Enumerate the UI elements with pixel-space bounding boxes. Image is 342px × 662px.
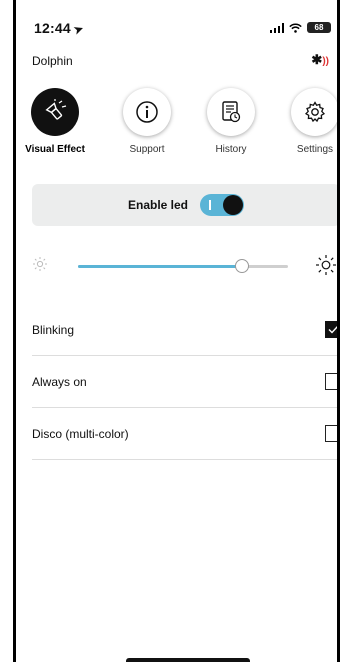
- brightness-slider-thumb[interactable]: [234, 259, 249, 273]
- signal-icon: [269, 22, 284, 33]
- blinking-checkbox[interactable]: [325, 321, 337, 338]
- tab-support[interactable]: Support: [104, 88, 190, 155]
- status-time: 12:44➤: [34, 20, 86, 38]
- tab-label: Support: [129, 144, 165, 155]
- tab-label: Settings: [296, 144, 334, 155]
- enable-led-label: Enable led: [127, 198, 189, 212]
- brightness-slider-row: [30, 252, 337, 278]
- history-icon: [222, 101, 241, 123]
- tab-settings[interactable]: Settings: [272, 88, 337, 155]
- enable-led-card: Enable led: [32, 184, 337, 226]
- tab-history-circle[interactable]: [207, 88, 255, 136]
- home-indicator[interactable]: [126, 658, 250, 662]
- info-icon: [136, 101, 158, 123]
- status-indicators: 68: [269, 22, 331, 33]
- effect-options-list: Blinking Always on Disco (multi-color): [32, 304, 337, 460]
- battery-level: 68: [314, 23, 324, 32]
- device-header: Dolphin ✱)): [16, 48, 337, 72]
- enable-led-toggle[interactable]: [200, 194, 245, 216]
- location-arrow-icon: ➤: [72, 22, 86, 38]
- brightness-high-icon: [316, 255, 336, 275]
- brightness-track-fill: [78, 265, 242, 268]
- gear-icon: [304, 101, 326, 123]
- brightness-low-icon: [33, 257, 47, 271]
- bluetooth-icon[interactable]: ✱)): [311, 52, 329, 68]
- option-disco[interactable]: Disco (multi-color): [32, 408, 337, 460]
- brightness-track[interactable]: [78, 259, 288, 273]
- tab-visual-effect[interactable]: Visual Effect: [16, 88, 98, 155]
- tab-settings-circle[interactable]: [291, 88, 337, 136]
- option-blinking[interactable]: Blinking: [32, 304, 337, 356]
- toggle-knob: [223, 195, 244, 215]
- option-label: Always on: [32, 374, 87, 389]
- option-label: Disco (multi-color): [32, 426, 129, 441]
- device-name: Dolphin: [32, 54, 73, 68]
- tab-label: History: [215, 144, 247, 155]
- toggle-on-mark: [209, 200, 211, 210]
- tab-history[interactable]: History: [188, 88, 274, 155]
- tab-visual-effect-circle[interactable]: [31, 88, 79, 136]
- option-label: Blinking: [32, 322, 75, 337]
- checkmark-icon: [328, 326, 337, 334]
- wifi-icon: [289, 22, 302, 33]
- flashlight-icon: [45, 99, 67, 120]
- option-always-on[interactable]: Always on: [32, 356, 337, 408]
- tab-label: Visual Effect: [25, 144, 85, 155]
- battery-icon: 68: [307, 22, 331, 33]
- tab-support-circle[interactable]: [123, 88, 171, 136]
- effect-tabs: e Visual Effect: [16, 88, 337, 163]
- disco-checkbox[interactable]: [325, 425, 337, 442]
- clock-text: 12:44: [34, 20, 71, 36]
- status-bar: 12:44➤ 68: [16, 0, 337, 40]
- phone-screen: 12:44➤ 68 Dolphin ✱)) e: [13, 0, 340, 662]
- always-on-checkbox[interactable]: [325, 373, 337, 390]
